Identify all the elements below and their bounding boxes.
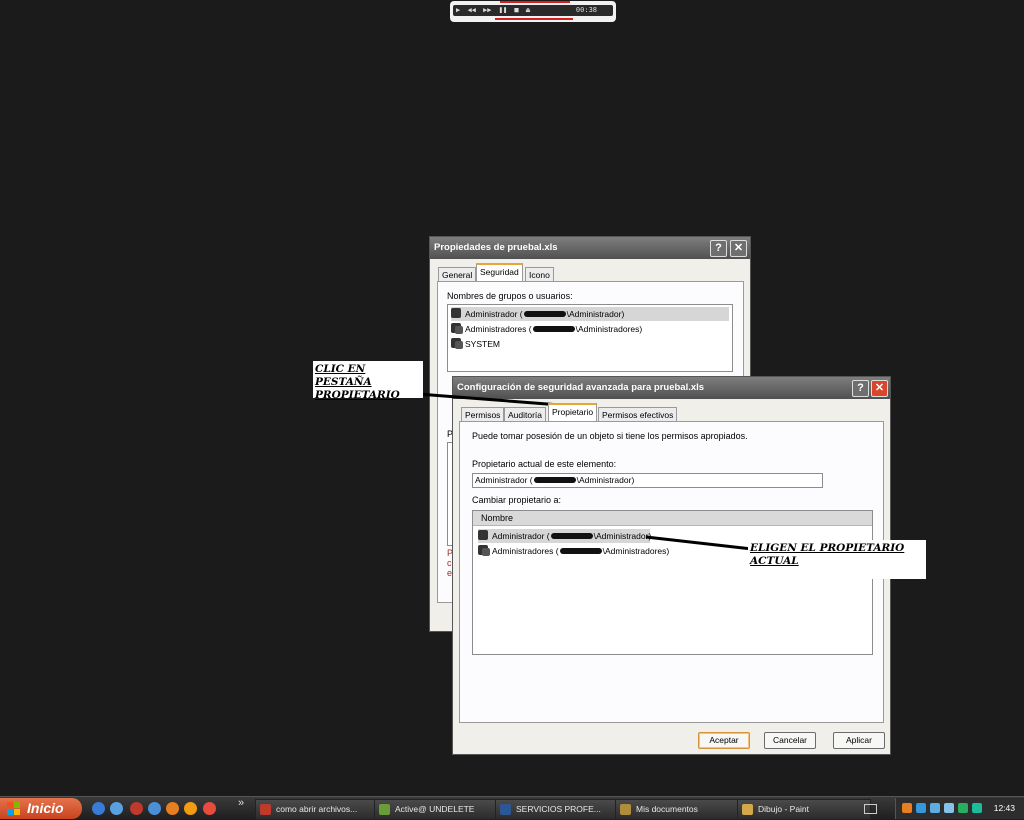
tab-seguridad[interactable]: Seguridad: [476, 263, 523, 281]
task-button-4[interactable]: Mis documentos: [615, 799, 749, 820]
desktop-icon[interactable]: [110, 802, 123, 815]
tray-icon[interactable]: [944, 803, 954, 813]
task-button-1[interactable]: como abrir archivos...: [255, 799, 389, 820]
media-icon[interactable]: [166, 802, 179, 815]
word-icon: [500, 804, 511, 815]
tray-icon[interactable]: [958, 803, 968, 813]
firefox-icon[interactable]: [184, 802, 197, 815]
task-button-3[interactable]: SERVICIOS PROFE...: [495, 799, 629, 820]
tray-icon[interactable]: [916, 803, 926, 813]
app-icon[interactable]: [130, 802, 143, 815]
task-button-2[interactable]: Active@ UNDELETE: [374, 799, 508, 820]
arrow-to-tab: [417, 392, 561, 407]
chevron-icon[interactable]: »: [238, 797, 244, 809]
clock[interactable]: 12:43: [994, 798, 1015, 819]
paint-icon: [742, 804, 753, 815]
annotation-owner-hint: ELIGEN EL PROPIETARIO ACTUAL: [748, 540, 926, 579]
ie-icon[interactable]: [92, 802, 105, 815]
arrow-to-owner: [645, 535, 753, 551]
tab-propietario[interactable]: Propietario: [548, 403, 598, 421]
windows-flag-icon: [7, 802, 20, 815]
taskbar: Inicio » como abrir archivos... Active@ …: [0, 796, 1024, 820]
start-button[interactable]: Inicio: [0, 798, 82, 819]
tray-icon[interactable]: [902, 803, 912, 813]
annotation-tab-hint: CLIC EN PESTAÑA PROPIETARIO: [313, 361, 423, 401]
app-icon: [260, 804, 271, 815]
annotation-arrows: [417, 392, 753, 551]
tray-icon[interactable]: [930, 803, 940, 813]
messenger-icon[interactable]: [148, 802, 161, 815]
opera-icon[interactable]: [203, 802, 216, 815]
task-button-5[interactable]: Dibujo - Paint: [737, 799, 871, 820]
keyboard-icon[interactable]: [864, 804, 877, 814]
system-tray: 12:43: [895, 798, 1024, 819]
tray-icon[interactable]: [972, 803, 982, 813]
app-icon: [379, 804, 390, 815]
folder-icon: [620, 804, 631, 815]
